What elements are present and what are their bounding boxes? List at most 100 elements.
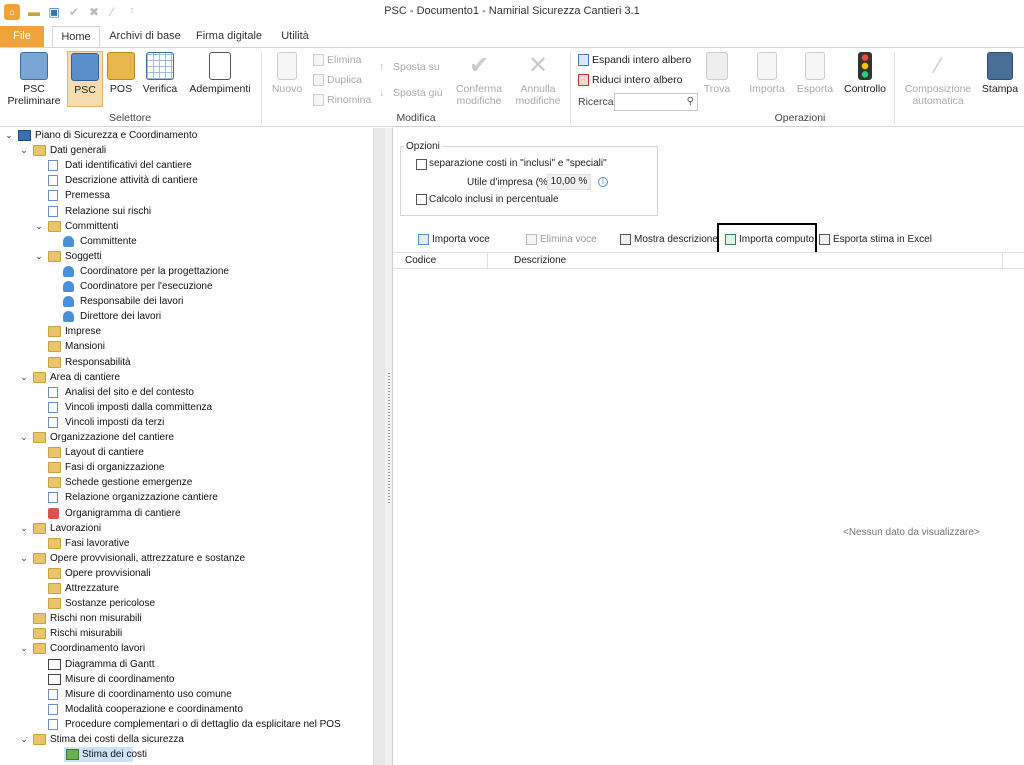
tree-node[interactable]: Misure di coordinamento uso comune — [0, 687, 373, 702]
tab-file[interactable]: File — [0, 26, 44, 47]
riduci-albero-button[interactable]: Riduci intero albero — [578, 73, 682, 87]
tree-node[interactable]: ⌄ Soggetti — [0, 249, 373, 264]
importa-voce-button[interactable]: Importa voce — [418, 233, 490, 247]
tree-node[interactable]: Dati identificativi del cantiere — [0, 158, 373, 173]
panel-splitter[interactable] — [385, 128, 393, 765]
info-icon[interactable]: i — [598, 177, 608, 187]
composizione-automatica-button[interactable]: ⁄ Composizione automatica — [900, 51, 976, 111]
tree-node[interactable]: Committente — [0, 234, 373, 249]
duplica-button[interactable]: Duplica — [313, 73, 362, 87]
tree-node[interactable]: ⌄ Stima dei costi della sicurezza — [0, 732, 373, 747]
importa-button[interactable]: Importa — [746, 51, 788, 111]
conferma-modifiche-button[interactable]: ✔ Conferma modifiche — [452, 51, 506, 111]
column-header-descrizione[interactable]: Descrizione — [514, 255, 566, 266]
expand-chevron-icon[interactable]: ⌄ — [19, 732, 29, 747]
tree-node[interactable]: Rischi misurabili — [0, 626, 373, 641]
utile-input[interactable]: 10,00 % — [547, 174, 591, 190]
tab-firma-digitale[interactable]: Firma digitale — [190, 26, 268, 47]
tree-node[interactable]: Premessa — [0, 188, 373, 203]
tree-node[interactable]: Fasi lavorative — [0, 536, 373, 551]
tree-panel[interactable]: ⌄ Piano di Sicurezza e Coordinamento ⌄ Dati… — [0, 128, 373, 765]
tree-node[interactable]: Vincoli imposti da terzi — [0, 415, 373, 430]
tree-node[interactable]: ⌄ Committenti — [0, 219, 373, 234]
espandi-albero-button[interactable]: Espandi intero albero — [578, 53, 691, 67]
psc-button[interactable]: PSC — [67, 51, 103, 107]
search-input[interactable]: ⚲ — [614, 93, 698, 111]
expand-chevron-icon[interactable]: ⌄ — [19, 641, 29, 656]
mostra-descrizione-button[interactable]: Mostra descrizione — [620, 233, 718, 247]
tree-node[interactable]: Relazione organizzazione cantiere — [0, 490, 373, 505]
tree-node[interactable]: ⌄ Area di cantiere — [0, 370, 373, 385]
tree-node[interactable]: ⌄ Coordinamento lavori — [0, 641, 373, 656]
sposta-su-button[interactable]: ↑ Sposta su — [379, 60, 440, 74]
expand-chevron-icon[interactable]: ⌄ — [19, 551, 29, 566]
tree-node[interactable]: Coordinatore per la progettazione — [0, 264, 373, 279]
tree-node[interactable]: Modalità cooperazione e coordinamento — [0, 702, 373, 717]
tree-node[interactable]: Vincoli imposti dalla committenza — [0, 400, 373, 415]
pos-label: POS — [109, 83, 133, 95]
expand-chevron-icon[interactable]: ⌄ — [34, 219, 44, 234]
tree-node[interactable]: ⌄ Piano di Sicurezza e Coordinamento — [0, 128, 373, 143]
tree-node[interactable]: Responsabile dei lavori — [0, 294, 373, 309]
tree-node[interactable]: Mansioni — [0, 339, 373, 354]
esporta-button[interactable]: Esporta — [794, 51, 836, 111]
binoculars-icon[interactable]: ⚲ — [687, 96, 694, 107]
nuovo-button[interactable]: Nuovo — [268, 51, 306, 111]
sposta-giu-button[interactable]: ↓ Sposta giù — [379, 86, 443, 100]
psc-preliminare-button[interactable]: PSC Preliminare — [4, 51, 64, 111]
elimina-button[interactable]: Elimina — [313, 53, 361, 67]
tree-node[interactable]: Sostanze pericolose — [0, 596, 373, 611]
adempimenti-button[interactable]: Adempimenti — [186, 51, 254, 111]
tree-node[interactable]: Relazione sui rischi — [0, 204, 373, 219]
verifica-button[interactable]: Verifica — [140, 51, 180, 111]
pos-button[interactable]: POS — [104, 51, 138, 111]
expand-chevron-icon[interactable]: ⌄ — [19, 521, 29, 536]
tree-node[interactable]: Schede gestione emergenze — [0, 475, 373, 490]
tree-node[interactable]: Misure di coordinamento — [0, 672, 373, 687]
expand-chevron-icon[interactable]: ⌄ — [19, 370, 29, 385]
tree-node[interactable]: ⌄ Opere provvisionali, attrezzature e sos… — [0, 551, 373, 566]
tree-node[interactable]: Descrizione attività di cantiere — [0, 173, 373, 188]
separazione-checkbox[interactable] — [416, 159, 427, 170]
expand-chevron-icon[interactable]: ⌄ — [19, 143, 29, 158]
tree-node[interactable]: Diagramma di Gantt — [0, 657, 373, 672]
tree-node[interactable]: Procedure complementari o di dettaglio d… — [0, 717, 373, 732]
tree-node[interactable]: Organigramma di cantiere — [0, 506, 373, 521]
stampa-button[interactable]: Stampa — [980, 51, 1020, 111]
column-divider[interactable] — [487, 253, 488, 269]
tree-node[interactable]: Imprese — [0, 324, 373, 339]
tree-node[interactable]: Rischi non misurabili — [0, 611, 373, 626]
tree-node[interactable]: Responsabilità — [0, 355, 373, 370]
tree-node[interactable]: Stima dei costi — [64, 747, 147, 763]
expand-chevron-icon[interactable]: ⌄ — [34, 249, 44, 264]
tree-node[interactable]: Opere provvisionali — [0, 566, 373, 581]
tab-utilita[interactable]: Utilità — [272, 26, 318, 47]
splitter-grip[interactable] — [388, 373, 390, 503]
tab-home[interactable]: Home — [52, 26, 100, 48]
tree-node[interactable]: Attrezzature — [0, 581, 373, 596]
tree-node[interactable]: ⌄ Organizzazione del cantiere — [0, 430, 373, 445]
esporta-stima-excel-button[interactable]: Esporta stima in Excel — [819, 233, 932, 247]
column-header-codice[interactable]: Codice — [405, 255, 436, 266]
controllo-button[interactable]: Controllo — [842, 51, 888, 111]
tab-archivi-di-base[interactable]: Archivi di base — [104, 26, 186, 47]
expand-chevron-icon[interactable]: ⌄ — [4, 128, 14, 143]
tree-node[interactable]: ⌄ Dati generali — [0, 143, 373, 158]
tree-node[interactable]: Layout di cantiere — [0, 445, 373, 460]
tree-node[interactable]: Analisi del sito e del contesto — [0, 385, 373, 400]
tree-node-label: Lavorazioni — [50, 522, 102, 534]
tree-node[interactable]: Direttore dei lavori — [0, 309, 373, 324]
expand-chevron-icon[interactable]: ⌄ — [19, 430, 29, 445]
tree-node[interactable]: Fasi di organizzazione — [0, 460, 373, 475]
trova-button[interactable]: Trova — [702, 51, 732, 111]
tree-node[interactable]: Coordinatore per l'esecuzione — [0, 279, 373, 294]
tree-node[interactable]: ⌄ Lavorazioni — [0, 521, 373, 536]
rinomina-button[interactable]: Rinomina — [313, 93, 371, 107]
calcolo-checkbox[interactable] — [416, 194, 427, 205]
column-divider[interactable] — [1002, 253, 1003, 269]
tree-scrollbar[interactable] — [373, 128, 385, 765]
folder-icon — [48, 583, 61, 594]
document-icon — [48, 703, 58, 715]
elimina-voce-button[interactable]: Elimina voce — [526, 233, 597, 247]
annulla-modifiche-button[interactable]: ✕ Annulla modifiche — [512, 51, 564, 111]
